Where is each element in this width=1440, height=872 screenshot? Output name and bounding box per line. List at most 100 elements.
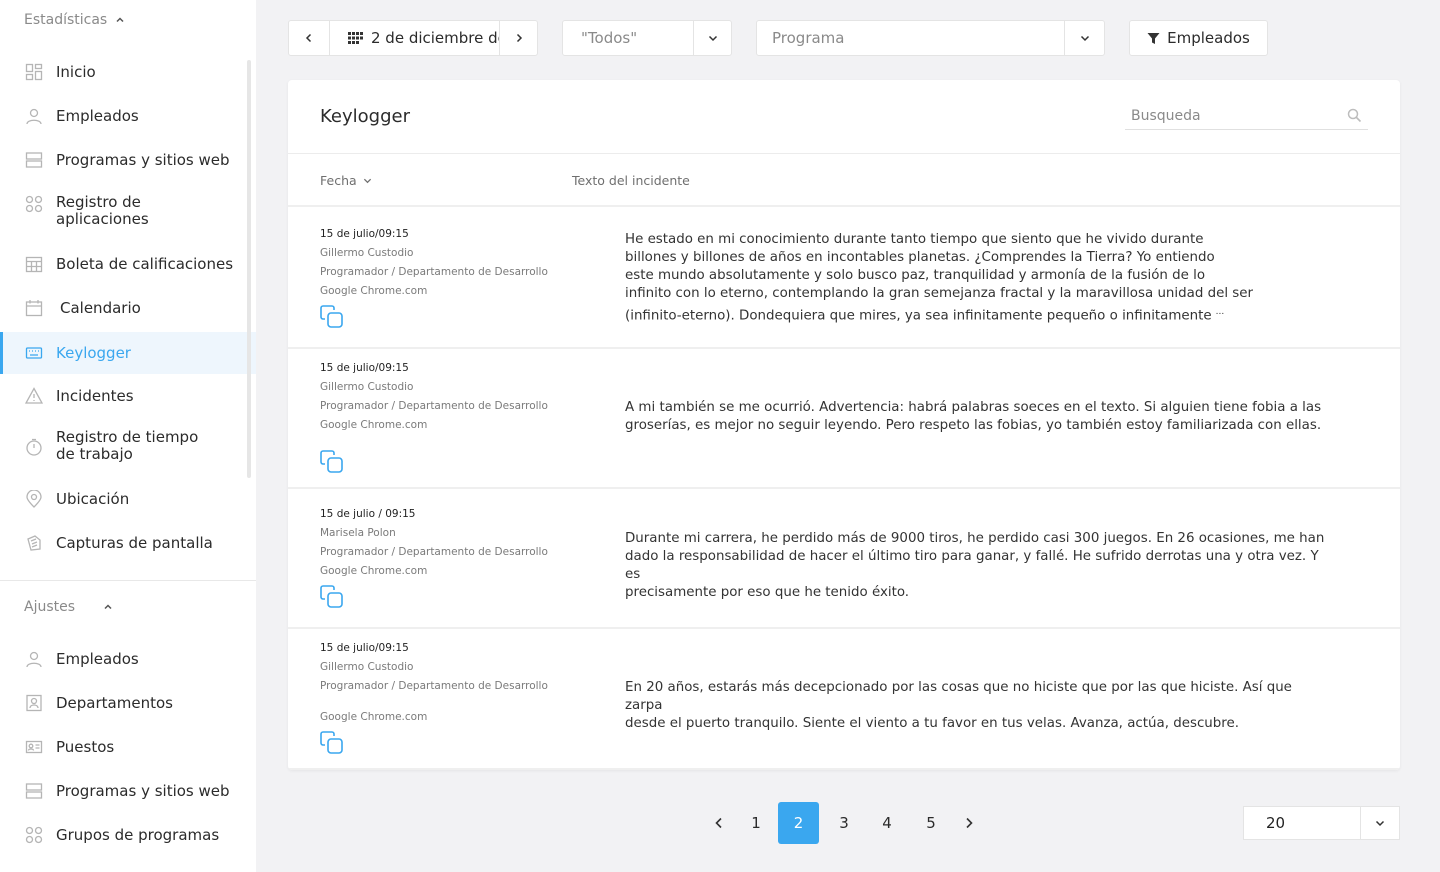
prev-date-button[interactable] [289,21,329,55]
date-picker: 2 de diciembre de [288,20,538,56]
user-icon [24,649,44,669]
sidebar-item-label: Boleta de calificaciones [56,254,234,273]
filter-select-value: "Todos" [581,29,638,47]
sidebar-item-label: Grupos de programas [56,825,220,844]
row-employee: Gillermo Custodio [320,381,414,393]
id-card-icon [24,737,44,757]
stats-section-title: Estadísticas [24,12,108,28]
page-title: Keylogger [320,106,410,127]
sidebar-item-boleta[interactable]: Boleta de calificaciones [0,252,256,276]
sidebar-item-settings-programas[interactable]: Programas y sitios web [0,779,256,803]
search-placeholder: Busqueda [1131,107,1201,124]
chevron-left-icon [305,33,312,43]
row-role: Programador / Departamento de Desarrollo [320,266,548,278]
date-text: 2 de diciembre de [371,29,499,47]
dashboard-icon [24,62,44,82]
chevron-left-icon [715,817,722,829]
sidebar-item-label: Ubicación [56,489,130,508]
copy-icon[interactable] [320,585,344,609]
sidebar-scrollbar[interactable] [247,60,251,478]
sidebar-item-label-line2: de trabajo [56,445,133,463]
calendar-icon [24,298,44,318]
row-employee: Marisela Polon [320,527,396,539]
sidebar-item-label: Empleados [56,649,139,668]
pagination-next-button[interactable] [957,802,981,844]
search-input[interactable]: Busqueda [1125,102,1368,130]
date-display[interactable]: 2 de diciembre de [329,21,499,55]
pagination-page-4[interactable]: 4 [874,802,900,844]
employees-filter-button[interactable]: Empleados [1129,20,1268,56]
chevron-down-icon [1375,820,1384,827]
incident-text: He estado en mi conocimiento durante tan… [625,232,1254,324]
sidebar-item-puestos[interactable]: Puestos [0,735,256,759]
sidebar-item-label: Calendario [60,298,141,317]
sidebar-item-label: Registro de [56,193,141,211]
sidebar-item-capturas[interactable]: Capturas de pantalla [0,531,256,555]
chevron-down-icon [1080,35,1089,42]
location-pin-icon [24,489,44,509]
pagination-page-2-current[interactable]: 2 [778,802,819,844]
stopwatch-icon [24,437,44,457]
apps-icon [24,194,44,214]
row-app: Google Chrome.com [320,419,428,431]
next-date-button[interactable] [499,21,537,55]
sidebar-item-incidentes[interactable]: Incidentes [0,384,256,408]
settings-section-title: Ajustes [24,599,76,615]
per-page-select[interactable]: 20 [1243,806,1400,840]
row-date: 15 de julio/09:15 [320,228,409,240]
program-dropdown-button[interactable] [1064,21,1104,55]
employees-filter-label: Empleados [1167,29,1250,47]
sidebar-item-label: Empleados [56,106,139,125]
sidebar-item-departamentos[interactable]: Departamentos [0,691,256,715]
copy-icon[interactable] [320,305,344,329]
stats-section-header[interactable]: Estadísticas [0,10,125,30]
filter-icon [1147,32,1160,44]
sidebar-item-programas[interactable]: Programas y sitios web [0,148,256,172]
sidebar-item-registro-aplicaciones[interactable]: Registro de aplicaciones [0,194,256,230]
row-role: Programador / Departamento de Desarrollo [320,546,548,558]
settings-section-header[interactable]: Ajustes [0,597,113,617]
chevron-right-icon [966,817,973,829]
row-role: Programador / Departamento de Desarrollo [320,400,548,412]
filter-dropdown-button[interactable] [693,21,731,55]
copy-icon[interactable] [320,450,344,474]
column-header-date[interactable]: Fecha [320,173,372,188]
row-employee: Gillermo Custodio [320,661,414,673]
sidebar-item-empleados[interactable]: Empleados [0,104,256,128]
chevron-up-icon [103,602,113,612]
sidebar-item-inicio[interactable]: Inicio [0,60,256,84]
pagination-page-1[interactable]: 1 [743,802,769,844]
filter-select[interactable]: "Todos" [562,20,732,56]
table-row: 15 de julio/09:15 Gillermo Custodio Prog… [288,349,1400,489]
row-app: Google Chrome.com [320,565,428,577]
header-divider [288,153,1400,154]
chevron-right-icon [516,33,522,43]
sidebar-divider [0,580,256,581]
screenshots-icon [24,533,44,553]
pagination-prev-button[interactable] [707,802,731,844]
pagination-page-5[interactable]: 5 [918,802,944,844]
truncation-ellipsis: ... [1215,307,1225,317]
sidebar-item-label: Keylogger [56,343,131,362]
copy-icon[interactable] [320,731,344,755]
sidebar-item-settings-empleados[interactable]: Empleados [0,647,256,671]
program-select[interactable]: Programa [756,20,1105,56]
sidebar-item-registro-tiempo[interactable]: Registro de tiempo de trabajo [0,429,256,465]
row-role: Programador / Departamento de Desarrollo [320,680,548,692]
sidebar-item-grupos[interactable]: Grupos de programas [0,823,256,847]
column-header-text-label: Texto del incidente [572,173,690,188]
pagination-page-3[interactable]: 3 [831,802,857,844]
sidebar-item-label: Programas y sitios web [56,781,230,800]
chevron-down-icon [708,35,717,42]
apps-icon [24,825,44,845]
sidebar-item-calendario[interactable]: Calendario [0,296,256,320]
sidebar-item-keylogger[interactable]: Keylogger [0,332,256,374]
sidebar-item-ubicacion[interactable]: Ubicación [0,487,256,511]
sidebar-item-label: Registro de tiempo [56,428,199,446]
sidebar-item-label: Incidentes [56,386,134,405]
warning-icon [24,386,44,406]
program-select-placeholder: Programa [772,29,845,47]
sidebar-item-label: Programas y sitios web [56,150,230,169]
per-page-dropdown-button[interactable] [1359,807,1399,839]
column-header-date-label: Fecha [320,173,357,188]
